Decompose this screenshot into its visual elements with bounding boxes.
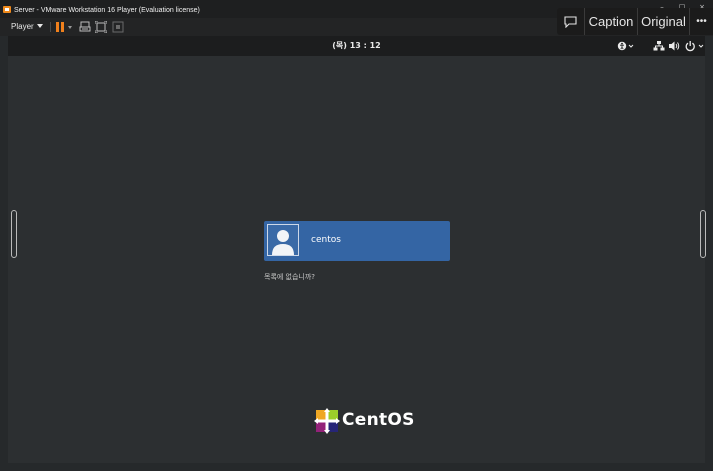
panel-clock[interactable]: (목) 13 : 12 bbox=[8, 36, 705, 56]
right-edge-handle[interactable] bbox=[700, 210, 706, 258]
not-listed-link[interactable]: 목록에 없습니까? bbox=[264, 272, 315, 282]
player-menu-label: Player bbox=[11, 22, 34, 31]
toolbar-divider bbox=[50, 22, 51, 32]
left-edge-handle[interactable] bbox=[11, 210, 17, 258]
volume-icon[interactable] bbox=[668, 40, 680, 52]
pause-icon[interactable] bbox=[56, 22, 64, 32]
send-ctrl-alt-del-icon[interactable] bbox=[79, 21, 91, 33]
power-icon[interactable] bbox=[685, 40, 705, 52]
network-wired-icon[interactable] bbox=[653, 40, 665, 52]
gnome-top-panel: (목) 13 : 12 bbox=[8, 36, 705, 56]
vmware-player-window: Server - VMware Workstation 16 Player (E… bbox=[0, 0, 713, 471]
chat-bubble-icon bbox=[564, 15, 577, 28]
unity-icon[interactable] bbox=[112, 21, 124, 33]
centos-wordmark: CentOS bbox=[342, 410, 415, 430]
pause-menu-chevron-icon[interactable] bbox=[68, 26, 72, 29]
chat-bubble-button[interactable] bbox=[557, 8, 584, 35]
more-options-button[interactable]: ••• bbox=[689, 8, 713, 35]
chevron-down-icon bbox=[36, 24, 43, 28]
original-button[interactable]: Original bbox=[637, 8, 689, 35]
player-menu-button[interactable]: Player bbox=[11, 21, 43, 33]
username-label: centos bbox=[311, 235, 341, 245]
caption-overlay: Caption Original ••• bbox=[557, 8, 713, 35]
centos-emblem-icon bbox=[314, 408, 340, 434]
fullscreen-icon[interactable] bbox=[95, 21, 107, 33]
caption-button[interactable]: Caption bbox=[584, 8, 637, 35]
accessibility-icon[interactable] bbox=[617, 40, 635, 52]
user-avatar-icon bbox=[267, 224, 299, 256]
user-list-item-centos[interactable]: centos bbox=[264, 221, 450, 261]
vmware-app-icon bbox=[3, 6, 11, 13]
guest-screen[interactable]: (목) 13 : 12 centos 목록에 없습니까? CentOS bbox=[8, 36, 705, 463]
